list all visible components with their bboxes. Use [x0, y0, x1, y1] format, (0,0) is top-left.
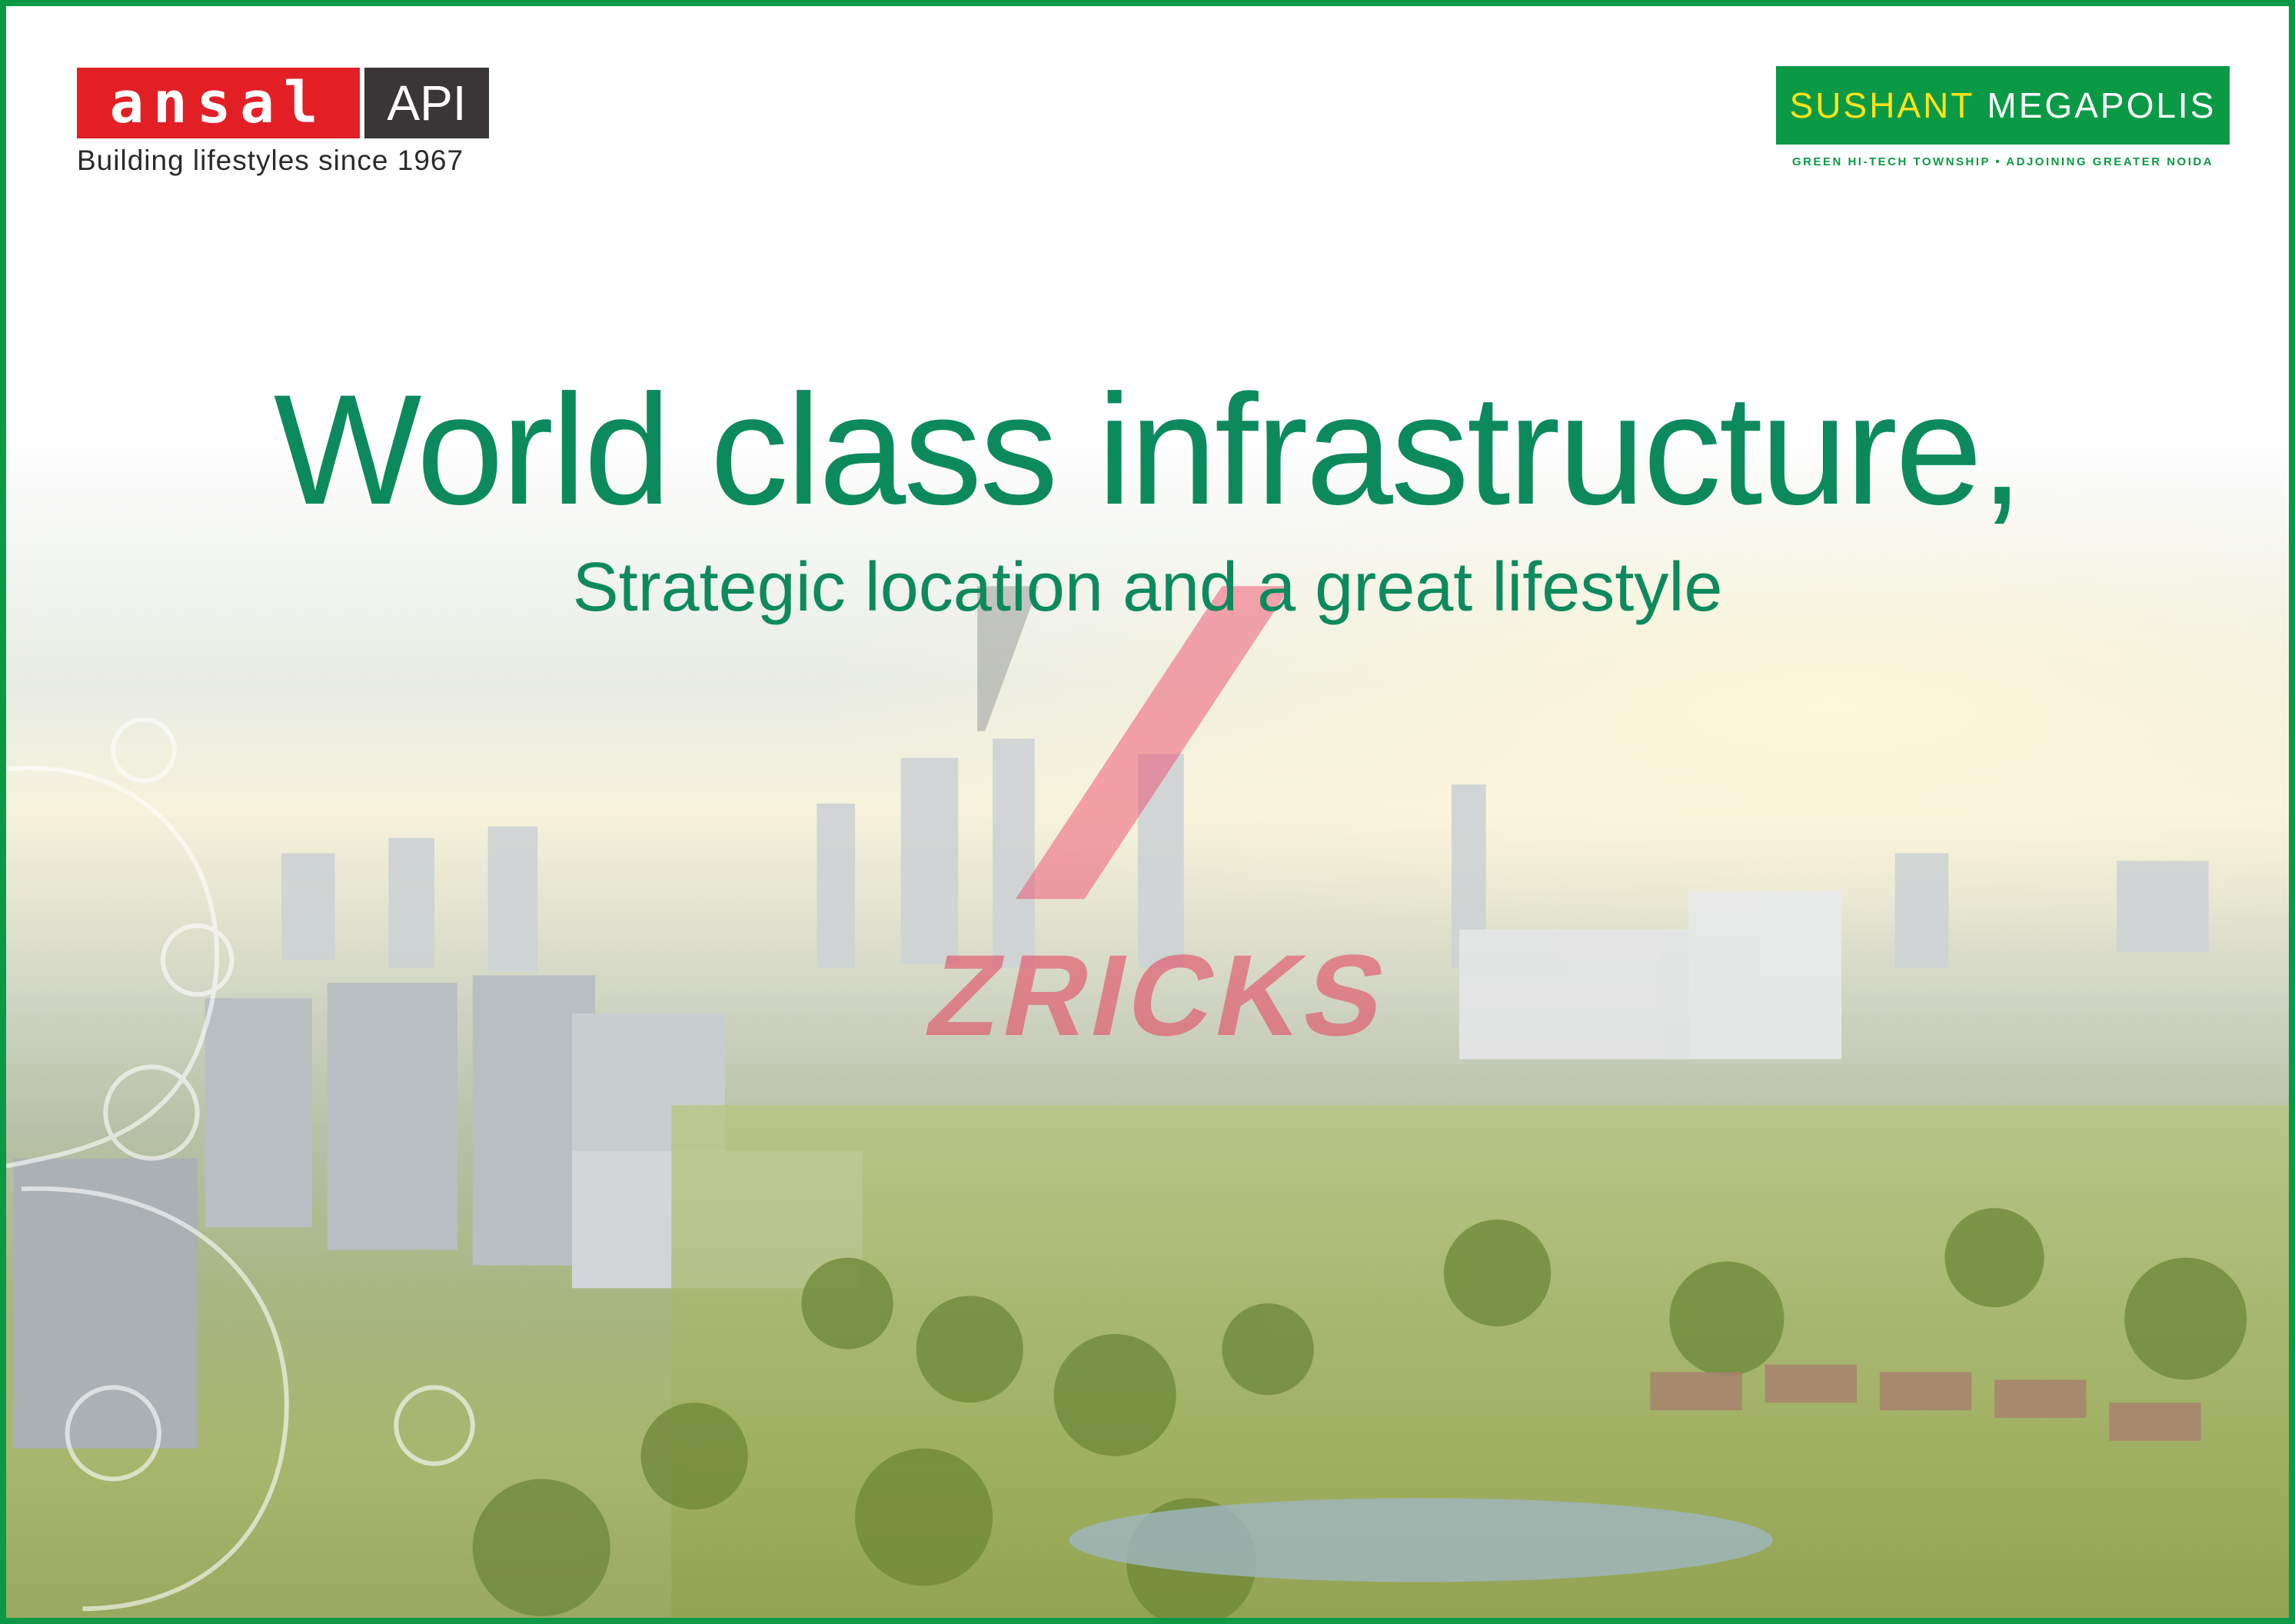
sushant-name-yellow: SUSHANT: [1789, 85, 1975, 125]
ansal-logo-red-text: ansal: [77, 68, 360, 138]
sushant-name-white: MEGAPOLIS: [1987, 85, 2217, 125]
township-aerial-render: [6, 464, 2289, 1618]
ansal-api-logo: ansal API Building lifestyles since 1967: [77, 68, 492, 177]
brochure-page: ansal API Building lifestyles since 1967…: [0, 0, 2295, 1624]
watermark-text: ZRICKS: [917, 930, 1402, 1060]
headline: World class infrastructure,: [273, 362, 2024, 537]
sushant-megapolis-logo: SUSHANT MEGAPOLIS GREEN HI-TECH TOWNSHIP…: [1776, 66, 2230, 168]
subheadline: Strategic location and a great lifestyle: [572, 549, 1723, 626]
ansal-logo-api-text: API: [364, 68, 489, 138]
ansal-tagline: Building lifestyles since 1967: [77, 145, 464, 176]
sushant-tagline: GREEN HI-TECH TOWNSHIP • ADJOINING GREAT…: [1791, 155, 2214, 168]
lake: [1069, 1498, 1773, 1582]
